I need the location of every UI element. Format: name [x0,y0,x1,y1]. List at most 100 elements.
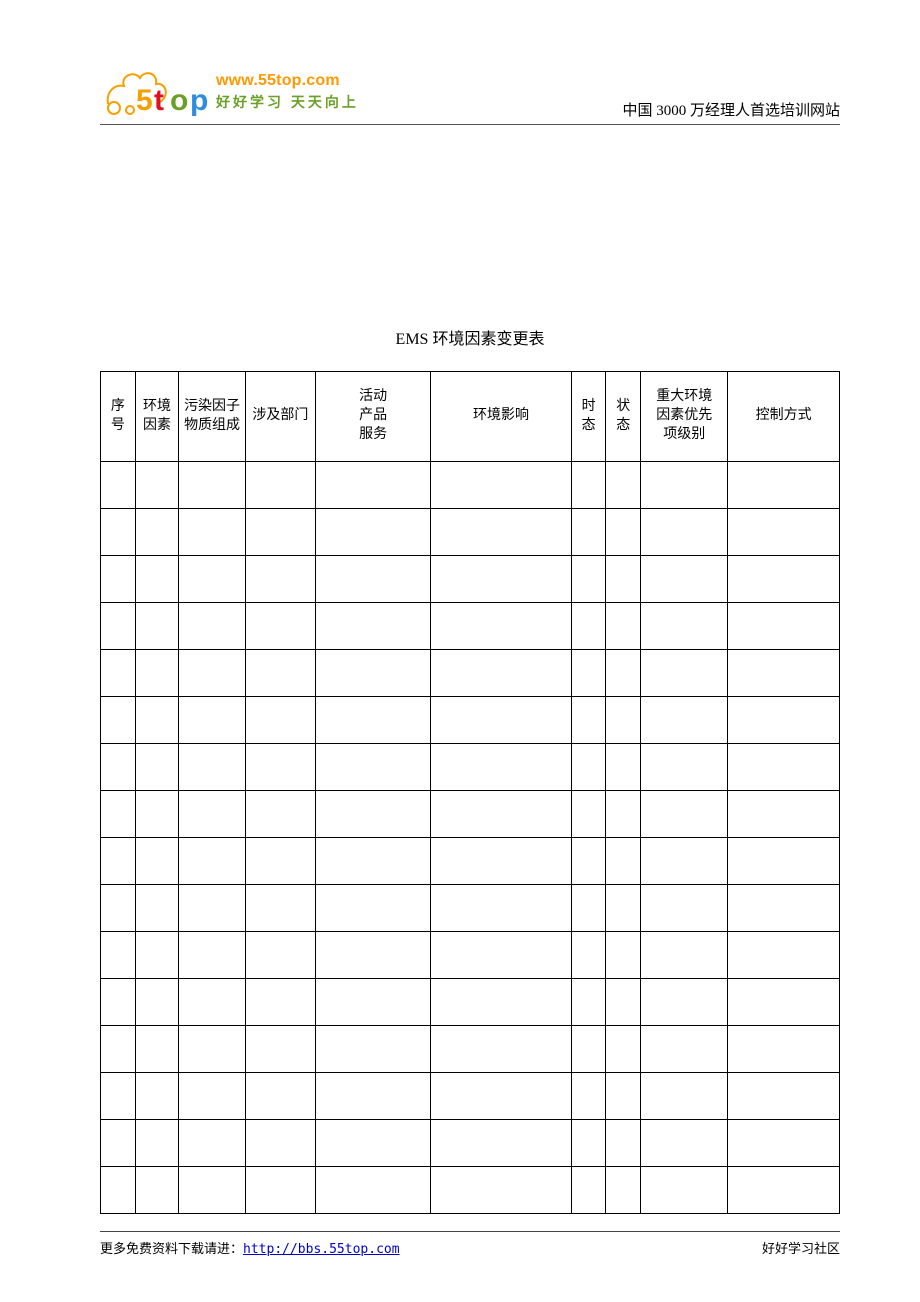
table-cell [316,838,431,885]
table-cell [641,462,728,509]
table-cell [431,697,571,744]
table-cell [431,885,571,932]
table-cell [135,509,179,556]
table-cell [316,979,431,1026]
table-cell [179,697,246,744]
table-cell [728,509,840,556]
table-body [101,462,840,1214]
footer-rule [100,1231,840,1232]
table-row [101,885,840,932]
table-cell [101,650,136,697]
table-row [101,603,840,650]
table-cell [728,1120,840,1167]
table-row [101,1026,840,1073]
table-cell [101,1026,136,1073]
table-cell [728,556,840,603]
table-cell [316,1026,431,1073]
table-cell [245,1167,315,1214]
table-cell [606,932,641,979]
table-cell [135,1026,179,1073]
table-cell [135,1073,179,1120]
table-cell [728,697,840,744]
table-cell [606,650,641,697]
table-cell [179,791,246,838]
table-cell [606,1073,641,1120]
table-header-row: 序号 环境因素 污染因子物质组成 涉及部门 活动产品服务 环境影响 时态 状态 … [101,372,840,462]
table-cell [641,603,728,650]
table-row [101,838,840,885]
logo-text-block: www.55top.com 好好学习 天天向上 [216,72,359,112]
table-cell [571,603,606,650]
table-cell [245,744,315,791]
table-cell [728,932,840,979]
table-cell [641,791,728,838]
table-cell [179,744,246,791]
ems-table: 序号 环境因素 污染因子物质组成 涉及部门 活动产品服务 环境影响 时态 状态 … [100,371,840,1214]
table-cell [179,556,246,603]
table-cell [641,885,728,932]
table-cell [316,1073,431,1120]
table-cell [728,603,840,650]
table-cell [135,791,179,838]
table-cell [135,885,179,932]
table-cell [431,744,571,791]
table-cell [606,838,641,885]
table-cell [101,556,136,603]
table-cell [316,885,431,932]
svg-text:t: t [154,84,164,117]
table-cell [245,556,315,603]
table-cell [641,838,728,885]
col-header-impact: 环境影响 [431,372,571,462]
table-cell [179,509,246,556]
footer-prefix: 更多免费资料下载请进： [100,1241,243,1256]
table-cell [431,791,571,838]
table-cell [101,603,136,650]
table-cell [641,744,728,791]
table-cell [245,1026,315,1073]
table-cell [316,462,431,509]
table-cell [135,932,179,979]
footer-link[interactable]: http://bbs.55top.com [243,1242,400,1257]
table-cell [606,603,641,650]
table-cell [135,697,179,744]
footer-right: 好好学习社区 [762,1238,840,1257]
table-cell [179,603,246,650]
table-cell [641,1073,728,1120]
table-cell [245,603,315,650]
table-cell [101,1120,136,1167]
table-cell [606,509,641,556]
table-cell [571,744,606,791]
table-row [101,509,840,556]
table-cell [316,932,431,979]
table-cell [571,838,606,885]
table-cell [606,556,641,603]
table-cell [571,697,606,744]
table-cell [316,650,431,697]
table-cell [316,744,431,791]
logo-url: www.55top.com [216,72,359,90]
table-cell [316,1167,431,1214]
table-cell [606,1120,641,1167]
table-cell [606,979,641,1026]
logo-tagline: 好好学习 天天向上 [216,92,359,112]
table-cell [316,603,431,650]
table-cell [641,697,728,744]
table-cell [135,462,179,509]
table-cell [101,697,136,744]
svg-text:5: 5 [136,84,153,117]
table-cell [571,932,606,979]
table-cell [571,509,606,556]
col-header-env-factor: 环境因素 [135,372,179,462]
table-cell [431,1120,571,1167]
table-cell [571,650,606,697]
col-header-priority: 重大环境因素优先项级别 [641,372,728,462]
logo-block: 5 t o p www.55top.com 好好学习 天天向上 [100,62,359,122]
table-cell [179,885,246,932]
table-cell [728,791,840,838]
col-header-pollutant: 污染因子物质组成 [179,372,246,462]
table-cell [101,744,136,791]
table-cell [606,1167,641,1214]
table-cell [101,791,136,838]
document-title: EMS 环境因素变更表 [100,325,840,349]
table-cell [101,1073,136,1120]
